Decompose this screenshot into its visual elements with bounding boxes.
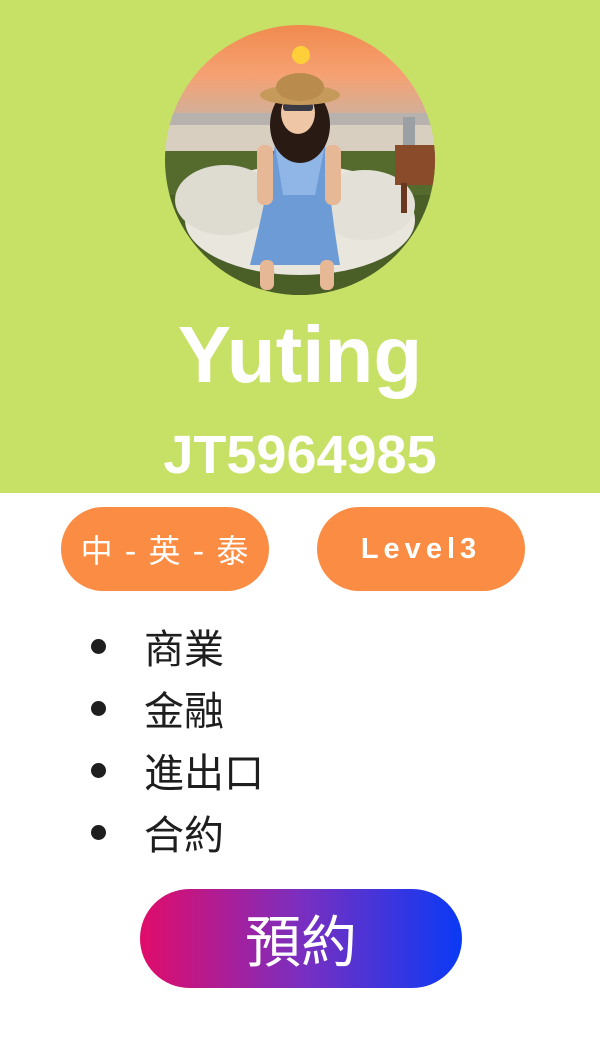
list-item: 進出口 [85, 739, 264, 801]
profile-id: JT5964985 [163, 425, 437, 485]
skill-label: 合約 [144, 813, 224, 859]
list-item: 合約 [85, 801, 264, 863]
bullet-icon [91, 700, 106, 716]
bullet-icon [91, 762, 106, 778]
skill-label: 商業 [144, 627, 224, 673]
skill-label: 進出口 [144, 751, 264, 797]
profile-name: Yuting [177, 310, 423, 399]
list-item: 商業 [85, 615, 264, 677]
list-item: 金融 [85, 677, 264, 739]
skill-list: 商業 金融 進出口 合約 [85, 615, 264, 863]
profile-header: Yuting JT5964985 [0, 0, 600, 493]
language-badge: 中 - 英 - 泰 [61, 507, 269, 591]
level-badge: Level3 [317, 507, 525, 591]
bullet-icon [91, 638, 106, 654]
avatar [165, 25, 435, 295]
skill-label: 金融 [144, 689, 224, 735]
bullet-icon [91, 824, 106, 840]
book-button[interactable]: 預約 [140, 889, 462, 988]
avatar-photo [165, 25, 435, 295]
